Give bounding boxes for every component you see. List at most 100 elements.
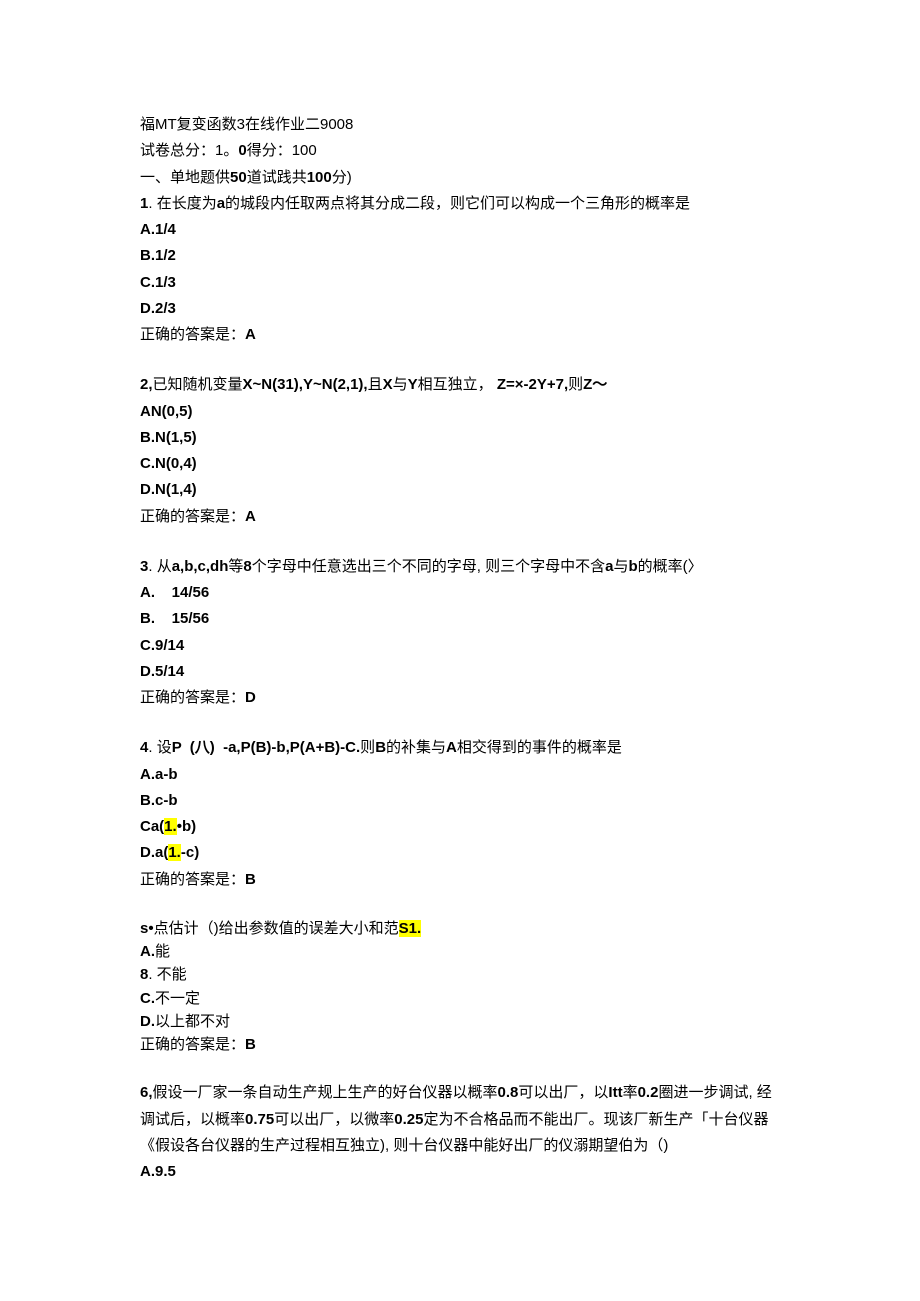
q4-e: 的补集与 bbox=[386, 739, 446, 756]
q4-dot: . bbox=[148, 739, 156, 756]
q6-line1: 6,假设一厂家一条自动生产规上生产的好台仪器以概率0.8可以出厂，以Itt率0.… bbox=[140, 1080, 780, 1106]
q2-answer: 正确的答案是：A bbox=[140, 504, 780, 530]
q4-ans-label: 正确的答案是： bbox=[140, 871, 245, 888]
q6-l1d: Itt bbox=[608, 1084, 622, 1101]
q2-j: Z〜 bbox=[583, 376, 607, 393]
q3-opt-a: A. 14/56 bbox=[140, 580, 780, 606]
q2-g: 相互独立， bbox=[418, 376, 497, 393]
q1-c: 的城段内任取两点将其分成二段，则它们可以构成一个三角形的概率是 bbox=[225, 195, 690, 212]
q5-b-b: . 不能 bbox=[148, 966, 186, 983]
q5-opt-c: C.不一定 bbox=[140, 987, 780, 1010]
q3-c: 等 bbox=[228, 558, 243, 575]
q5-a-a: A. bbox=[140, 943, 155, 960]
q2-d: X bbox=[383, 376, 393, 393]
q1-stem: 1. 在长度为a的城段内任取两点将其分成二段，则它们可以构成一个三角形的概率是 bbox=[140, 191, 780, 217]
q2-e: 与 bbox=[393, 376, 408, 393]
q5-block: s•点估计（)给出参数值的误差大小和范S1. A.能 8. 不能 C.不一定 D… bbox=[140, 917, 780, 1057]
q3-ans-label: 正确的答案是： bbox=[140, 689, 245, 706]
q2-h: Z=×-2Y+7, bbox=[497, 376, 568, 393]
q4-opt-b: B.c-b bbox=[140, 788, 780, 814]
q2-opt-a: AN(0,5) bbox=[140, 399, 780, 425]
q3-opt-c: C.9/14 bbox=[140, 633, 780, 659]
q1-opt-b: B.1/2 bbox=[140, 243, 780, 269]
q6-l2d: 0.25 bbox=[394, 1111, 423, 1128]
q6-opt-a: A.9.5 bbox=[140, 1159, 780, 1185]
q4-d: B bbox=[375, 739, 386, 756]
q2-ans: A bbox=[245, 508, 256, 525]
q1-ans: A bbox=[245, 326, 256, 343]
q4-f: A bbox=[446, 739, 457, 756]
q5-opt-d: D.以上都不对 bbox=[140, 1010, 780, 1033]
q5-stem: s•点估计（)给出参数值的误差大小和范S1. bbox=[140, 917, 780, 940]
q5-ans-label: 正确的答案是： bbox=[140, 1036, 245, 1053]
q6-l2c: 可以出厂，以微率 bbox=[274, 1111, 394, 1128]
q5-c-b: 不一定 bbox=[155, 990, 200, 1007]
q3-d: 8 bbox=[243, 558, 251, 575]
q4-ans: B bbox=[245, 871, 256, 888]
q6-l1a: 假设一厂家一条自动生产规上生产的好台仪器以概率 bbox=[153, 1084, 498, 1101]
q4-opt-d: D.a(1.-c) bbox=[140, 840, 780, 866]
q4-opt-a: A.a-b bbox=[140, 762, 780, 788]
q1-a: 在长度为 bbox=[157, 195, 217, 212]
q1-opt-c: C.1/3 bbox=[140, 270, 780, 296]
q5-a: s• bbox=[140, 920, 154, 937]
section-line: 一、单地题供50道试践共100分) bbox=[140, 165, 780, 191]
q4-c-a: Ca( bbox=[140, 818, 164, 835]
q4-answer: 正确的答案是：B bbox=[140, 867, 780, 893]
q4-c: 则 bbox=[360, 739, 375, 756]
q4-opt-c: Ca(1.•b) bbox=[140, 814, 780, 840]
q3-stem: 3. 从a,b,c,dh等8个字母中任意选出三个不同的字母, 则三个字母中不含a… bbox=[140, 554, 780, 580]
doc-title: 福MT复变函数3在线作业二9008 bbox=[140, 112, 780, 138]
q1-opt-a: A.1/4 bbox=[140, 217, 780, 243]
q1-ans-label: 正确的答案是： bbox=[140, 326, 245, 343]
q2-opt-d: D.N(1,4) bbox=[140, 477, 780, 503]
q2-a: 已知随机变量 bbox=[153, 376, 243, 393]
q3-e: 个字母中任意选出三个不同的字母, 则三个字母中不含 bbox=[252, 558, 605, 575]
q5-d-b: 以上都不对 bbox=[155, 1013, 230, 1030]
section-b: 50 bbox=[230, 169, 247, 186]
q4-c-b: •b) bbox=[177, 818, 196, 835]
q4-g: 相交得到的事件的概率是 bbox=[457, 739, 622, 756]
q5-opt-a: A.能 bbox=[140, 940, 780, 963]
q5-d-a: D. bbox=[140, 1013, 155, 1030]
q5-c: S1. bbox=[399, 920, 422, 937]
section-e: 分) bbox=[332, 169, 352, 186]
q6-line3: 《假设各台仪器的生产过程相互独立), 则十台仪器中能好出厂的仪溺期望伯为（) bbox=[140, 1133, 780, 1159]
q5-ans: B bbox=[245, 1036, 256, 1053]
q3-opt-d: D.5/14 bbox=[140, 659, 780, 685]
q4-stem: 4. 设P (八) -a,P(B)-b,P(A+B)-C.则B的补集与A相交得到… bbox=[140, 735, 780, 761]
q3-h: b bbox=[628, 558, 637, 575]
q3-opt-b: B. 15/56 bbox=[140, 606, 780, 632]
q4-a: 设 bbox=[157, 739, 172, 756]
q6-l1c: 可以出厂，以 bbox=[518, 1084, 608, 1101]
q3-b: a,b,c,dh bbox=[172, 558, 229, 575]
score-b: 0 bbox=[238, 142, 246, 159]
q3-i: 的概率(〉 bbox=[638, 558, 703, 575]
q4-d-hl: 1. bbox=[168, 844, 181, 861]
score-line: 试卷总分：1。0得分：100 bbox=[140, 138, 780, 164]
q2-opt-b: B.N(1,5) bbox=[140, 425, 780, 451]
q6-line2: 调试后，以概率0.75可以出厂，以微率0.25定为不合格品而不能出厂。现该厂新生… bbox=[140, 1107, 780, 1133]
q2-num: 2, bbox=[140, 376, 153, 393]
q1-dot: . bbox=[148, 195, 156, 212]
q1-opt-d: D.2/3 bbox=[140, 296, 780, 322]
q5-answer: 正确的答案是：B bbox=[140, 1033, 780, 1056]
q5-opt-b: 8. 不能 bbox=[140, 963, 780, 986]
q4-b: P (八) -a,P(B)-b,P(A+B)-C. bbox=[172, 739, 360, 756]
q1-answer: 正确的答案是：A bbox=[140, 322, 780, 348]
q3-dot: . bbox=[148, 558, 156, 575]
q4-c-hl: 1. bbox=[164, 818, 177, 835]
q6-num: 6, bbox=[140, 1084, 153, 1101]
q3-g: 与 bbox=[613, 558, 628, 575]
q6-l2e: 定为不合格品而不能出厂。现该厂新生产「十台仪器 bbox=[423, 1111, 768, 1128]
q5-a-b: 能 bbox=[155, 943, 170, 960]
q6-l1g: 圈进一步调试, 经 bbox=[658, 1084, 771, 1101]
q5-c-a: C. bbox=[140, 990, 155, 1007]
q4-d-b: -c) bbox=[181, 844, 199, 861]
q2-opt-c: C.N(0,4) bbox=[140, 451, 780, 477]
q5-b: 点估计（)给出参数值的误差大小和范 bbox=[154, 920, 399, 937]
q3-ans: D bbox=[245, 689, 256, 706]
q4-d-a: D.a( bbox=[140, 844, 168, 861]
q3-a: 从 bbox=[157, 558, 172, 575]
section-a: 一、单地题供 bbox=[140, 169, 230, 186]
